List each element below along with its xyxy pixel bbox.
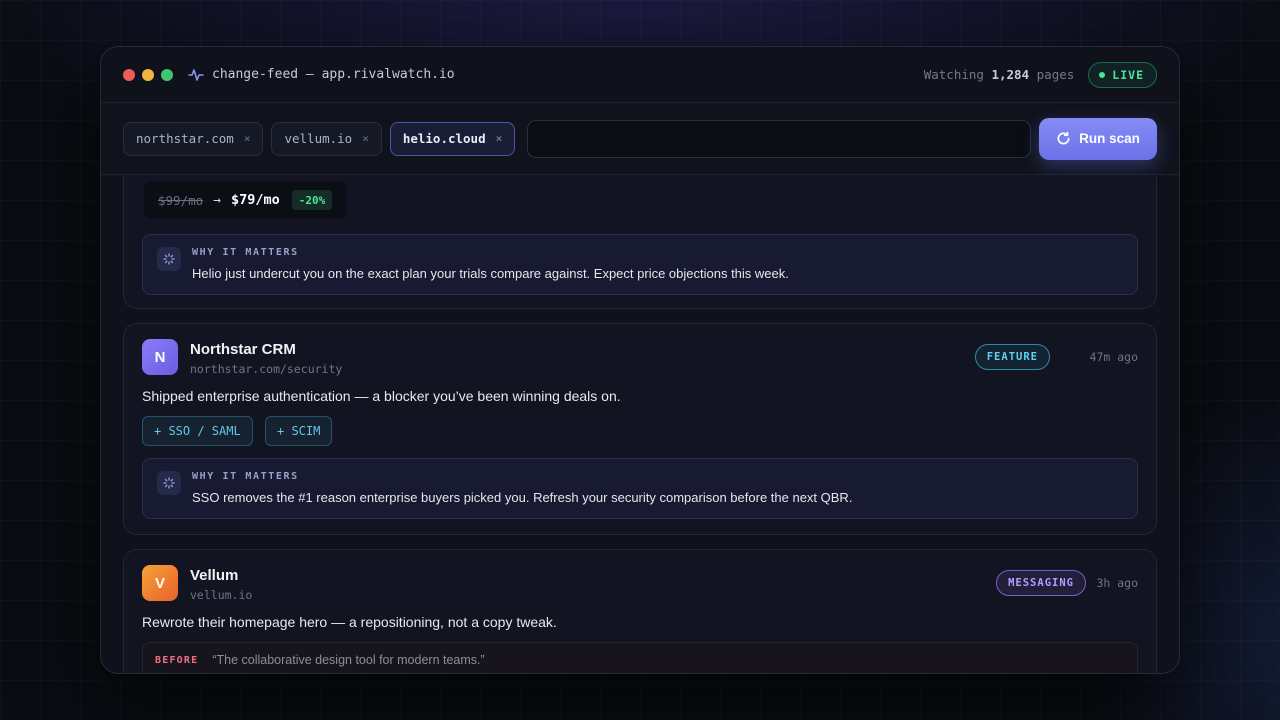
titlebar-status: Watching 1,284 pages LIVE [924, 61, 1157, 88]
change-card-helio[interactable]: $99/mo → $79/mo -20% WHY IT MATTERS Heli… [123, 176, 1157, 309]
app-window: change-feed — app.rivalwatch.io Watching… [100, 46, 1180, 674]
change-summary: Shipped enterprise authentication — a bl… [142, 388, 621, 404]
before-copy-row: BEFORE “The collaborative design tool fo… [142, 642, 1138, 673]
live-badge: LIVE [1088, 61, 1157, 88]
price-change-badge: -20% [291, 190, 333, 210]
watching-count: Watching 1,284 pages [924, 67, 1075, 82]
close-window-dot[interactable] [123, 68, 135, 81]
watching-prefix: Watching [923, 67, 984, 82]
chip-remove-icon[interactable]: × [362, 132, 369, 145]
refresh-icon [1057, 131, 1070, 145]
chip-remove-icon[interactable]: × [496, 132, 503, 145]
sparkle-loader-icon [157, 247, 181, 271]
added-feature-chip: + SCIM [265, 416, 333, 446]
chip-label: northstar.com [136, 131, 234, 146]
run-scan-button[interactable]: Run scan [1039, 117, 1157, 160]
old-price: $99/mo [158, 192, 204, 208]
company-name: Northstar CRM [190, 341, 296, 358]
change-feed[interactable]: $99/mo → $79/mo -20% WHY IT MATTERS Heli… [101, 176, 1179, 673]
activity-pulse-icon [188, 68, 204, 82]
minimize-window-dot[interactable] [142, 68, 154, 81]
why-it-matters-box: WHY IT MATTERS SSO removes the #1 reason… [142, 458, 1138, 519]
company-name: Vellum [190, 567, 239, 584]
company-url[interactable]: northstar.com/security [190, 362, 342, 376]
window-title: change-feed — app.rivalwatch.io [212, 67, 455, 82]
live-label: LIVE [1112, 67, 1144, 82]
live-dot-icon [1099, 71, 1106, 78]
company-url[interactable]: vellum.io [190, 588, 252, 602]
chip-label: vellum.io [284, 131, 353, 146]
domain-chip-vellum[interactable]: vellum.io × [271, 121, 382, 156]
maximize-window-dot[interactable] [161, 68, 173, 81]
titlebar: change-feed — app.rivalwatch.io Watching… [101, 47, 1179, 103]
domain-chip-helio[interactable]: helio.cloud × [389, 121, 516, 156]
change-card-vellum[interactable]: V Vellum vellum.io MESSAGING 3h ago Rewr… [123, 549, 1157, 673]
company-avatar: V [142, 565, 178, 601]
why-it-matters-text: Helio just undercut you on the exact pla… [192, 266, 789, 281]
chip-label: helio.cloud [402, 131, 486, 146]
domain-chip-northstar[interactable]: northstar.com × [123, 121, 264, 156]
watching-suffix: pages [1036, 67, 1075, 82]
toolbar: northstar.com × vellum.io × helio.cloud … [101, 103, 1179, 175]
change-card-northstar[interactable]: N Northstar CRM northstar.com/security F… [123, 323, 1157, 535]
change-summary: Rewrote their homepage hero — a repositi… [142, 614, 557, 630]
timestamp: 3h ago [1096, 576, 1138, 590]
why-it-matters-label: WHY IT MATTERS [192, 247, 299, 258]
chip-remove-icon[interactable]: × [244, 132, 251, 145]
watching-number: 1,284 [991, 67, 1030, 82]
arrow-icon: → [213, 192, 221, 208]
before-label: BEFORE [155, 654, 199, 666]
company-avatar: N [142, 339, 178, 375]
run-scan-label: Run scan [1079, 131, 1140, 146]
price-change: $99/mo → $79/mo -20% [144, 181, 347, 219]
sparkle-loader-icon [157, 471, 181, 495]
why-it-matters-label: WHY IT MATTERS [192, 471, 299, 482]
change-type-badge: FEATURE [974, 344, 1050, 370]
why-it-matters-box: WHY IT MATTERS Helio just undercut you o… [142, 234, 1138, 295]
change-type-badge: MESSAGING [996, 570, 1086, 596]
added-feature-chip: + SSO / SAML [142, 416, 253, 446]
why-it-matters-text: SSO removes the #1 reason enterprise buy… [192, 490, 853, 505]
timestamp: 47m ago [1089, 350, 1138, 364]
before-text: “The collaborative design tool for moder… [212, 653, 485, 667]
new-price: $79/mo [230, 192, 280, 208]
add-domain-input[interactable] [527, 119, 1032, 158]
